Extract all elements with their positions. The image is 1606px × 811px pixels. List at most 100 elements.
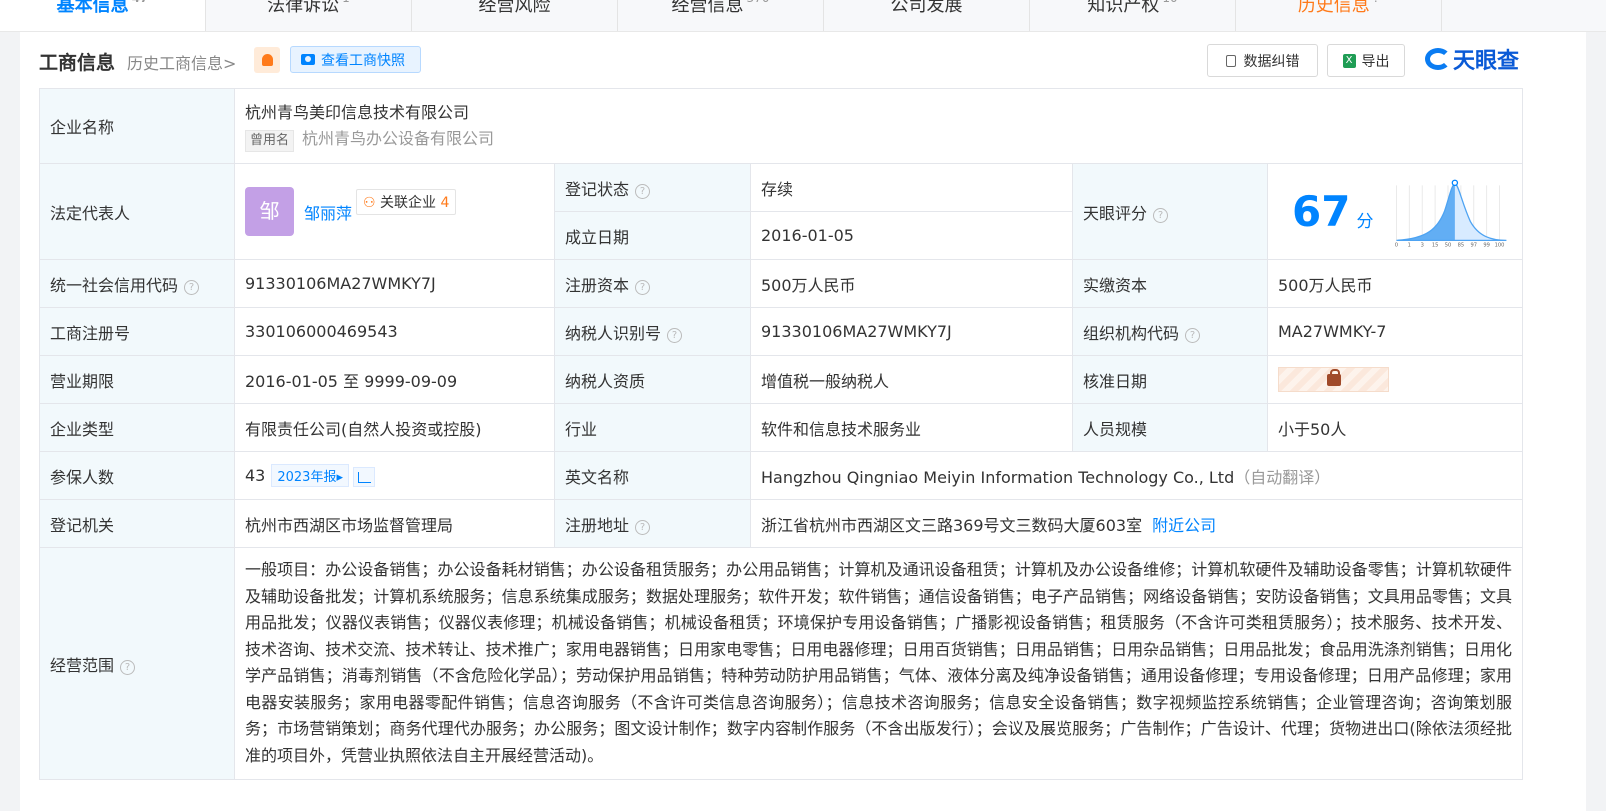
document-icon	[1225, 54, 1236, 67]
paid-capital: 500万人民币	[1266, 259, 1524, 308]
data-correction-button[interactable]: 数据纠错	[1207, 44, 1318, 77]
tab-legal[interactable]: 法律诉讼1	[206, 0, 412, 31]
logo-text: 天眼查	[1453, 49, 1520, 74]
help-icon[interactable]: ?	[635, 519, 651, 535]
axis-tick: 15	[1432, 242, 1439, 248]
legal-rep-link[interactable]: 邹丽萍	[304, 200, 352, 224]
tab-label: 法律诉讼	[267, 0, 340, 16]
trend-chart-icon[interactable]	[352, 466, 375, 487]
label-approve-date: 核准日期	[1072, 355, 1268, 404]
legal-rep-cell: 邹 邹丽萍 ⚇ 关联企业 4	[234, 163, 555, 260]
label-authority: 登记机关	[39, 499, 235, 548]
reg-no: 330106000469543	[234, 307, 555, 356]
label-scope: 经营范围?	[39, 547, 235, 780]
excel-icon: X	[1342, 53, 1356, 68]
english-name: Hangzhou Qingniao Meiyin Information Tec…	[761, 467, 1235, 487]
tab-risk[interactable]: 经营风险	[412, 0, 618, 31]
snapshot-button[interactable]: 查看工商快照	[290, 46, 421, 73]
label-paid-capital: 实缴资本	[1072, 259, 1268, 308]
label-legal-rep: 法定代表人	[39, 163, 235, 260]
label-english-name: 英文名称	[554, 451, 751, 500]
approve-date-cell	[1266, 355, 1524, 404]
tab-count: 47	[132, 0, 149, 5]
label-org-code: 组织机构代码?	[1072, 307, 1268, 356]
tab-label: 基本信息	[56, 0, 129, 16]
label-score: 天眼评分?	[1072, 163, 1268, 260]
annual-report-button[interactable]: 2023年报▸	[271, 464, 349, 487]
tab-operation[interactable]: 经营信息370	[618, 0, 824, 31]
bell-icon[interactable]	[254, 47, 280, 73]
business-info-panel: 工商信息 历史工商信息> 查看工商快照 数据纠错 X 导出 天眼查 企业名称 杭州…	[20, 32, 1586, 811]
axis-tick: 0	[1395, 242, 1398, 248]
export-label: 导出	[1361, 53, 1390, 70]
label-est-date: 成立日期	[554, 211, 751, 260]
nearby-companies-link[interactable]: 附近公司	[1152, 516, 1216, 535]
label-reg-status: 登记状态?	[554, 163, 751, 212]
label-credit-code: 统一社会信用代码?	[39, 259, 235, 308]
company-type: 有限责任公司(自然人投资或控股)	[234, 403, 555, 452]
axis-tick: 85	[1458, 242, 1465, 248]
tab-label: 公司发展	[890, 0, 963, 16]
score-distribution-chart: 0 1 3 15 50 85 97 99 100	[1395, 179, 1507, 248]
tab-bar: 基本信息47 法律诉讼1 经营风险 经营信息370 公司发展 知识产权10 历史…	[0, 0, 1606, 32]
score-value: 67	[1292, 187, 1351, 236]
business-term: 2016-01-05 至 9999-09-09	[234, 355, 555, 404]
section-title: 工商信息	[39, 52, 116, 74]
used-name: 杭州青鸟办公设备有限公司	[302, 129, 495, 148]
insured-count: 43	[245, 466, 266, 485]
label-reg-no: 工商注册号	[39, 307, 235, 356]
help-icon[interactable]: ?	[120, 659, 136, 675]
tab-ip[interactable]: 知识产权10	[1030, 0, 1236, 31]
related-companies-button[interactable]: ⚇ 关联企业 4	[356, 188, 457, 215]
tab-label: 经营风险	[478, 0, 551, 16]
help-icon[interactable]: ?	[1185, 327, 1201, 343]
tab-label: 知识产权	[1087, 0, 1160, 16]
help-icon[interactable]: ?	[184, 279, 200, 295]
network-icon: ⚇	[363, 194, 376, 211]
correction-label: 数据纠错	[1243, 53, 1300, 70]
score-unit: 分	[1356, 212, 1374, 232]
tab-count: 370	[747, 0, 770, 5]
tab-count: 1	[342, 0, 350, 5]
help-icon[interactable]: ?	[635, 279, 651, 295]
label-taxpayer-id: 纳税人识别号?	[554, 307, 751, 356]
label-company-name: 企业名称	[39, 88, 235, 164]
locked-content[interactable]	[1278, 367, 1389, 392]
tianyancha-logo: 天眼查	[1425, 44, 1519, 74]
label-staff: 人员规模	[1072, 403, 1268, 452]
label-address: 注册地址?	[554, 499, 751, 548]
avatar[interactable]: 邹	[245, 187, 294, 236]
tab-count: 10	[1162, 0, 1177, 5]
english-name-cell: Hangzhou Qingniao Meiyin Information Tec…	[749, 451, 1524, 500]
address: 浙江省杭州市西湖区文三路369号文三数码大厦603室	[761, 515, 1143, 535]
tab-basic-info[interactable]: 基本信息47	[0, 0, 206, 31]
related-label: 关联企业	[380, 194, 437, 211]
help-icon[interactable]: ?	[635, 183, 651, 199]
reg-capital: 500万人民币	[750, 259, 1073, 308]
auto-translate-note: （自动翻译）	[1234, 467, 1331, 487]
tab-development[interactable]: 公司发展	[824, 0, 1030, 31]
score-cell: 67 分 0 1 3 15 50 85 97 99 100	[1266, 163, 1524, 260]
taxpayer-id: 91330106MA27WMKY7J	[750, 307, 1073, 356]
tab-history[interactable]: 历史信息?	[1236, 0, 1442, 31]
axis-tick: 97	[1471, 242, 1478, 248]
help-icon[interactable]: ?	[1153, 207, 1169, 223]
camera-icon	[301, 54, 315, 65]
company-name: 杭州青鸟美印信息技术有限公司	[245, 103, 470, 122]
label-term: 营业期限	[39, 355, 235, 404]
industry: 软件和信息技术服务业	[750, 403, 1073, 452]
snapshot-label: 查看工商快照	[321, 52, 405, 69]
help-icon: ?	[1373, 0, 1379, 5]
history-business-link[interactable]: 历史工商信息>	[127, 50, 236, 74]
tab-label: 历史信息	[1297, 0, 1370, 16]
business-scope: 一般项目：办公设备销售；办公设备耗材销售；办公设备租赁服务；办公用品销售；计算机…	[233, 547, 1524, 780]
label-type: 企业类型	[39, 403, 235, 452]
help-icon[interactable]: ?	[667, 327, 683, 343]
label-reg-capital: 注册资本?	[554, 259, 751, 308]
related-count: 4	[440, 194, 450, 211]
axis-tick: 50	[1445, 242, 1452, 248]
lock-icon	[1327, 369, 1341, 386]
used-name-tag: 曾用名	[245, 130, 295, 152]
export-button[interactable]: X 导出	[1327, 44, 1405, 77]
label-tax-quality: 纳税人资质	[554, 355, 751, 404]
